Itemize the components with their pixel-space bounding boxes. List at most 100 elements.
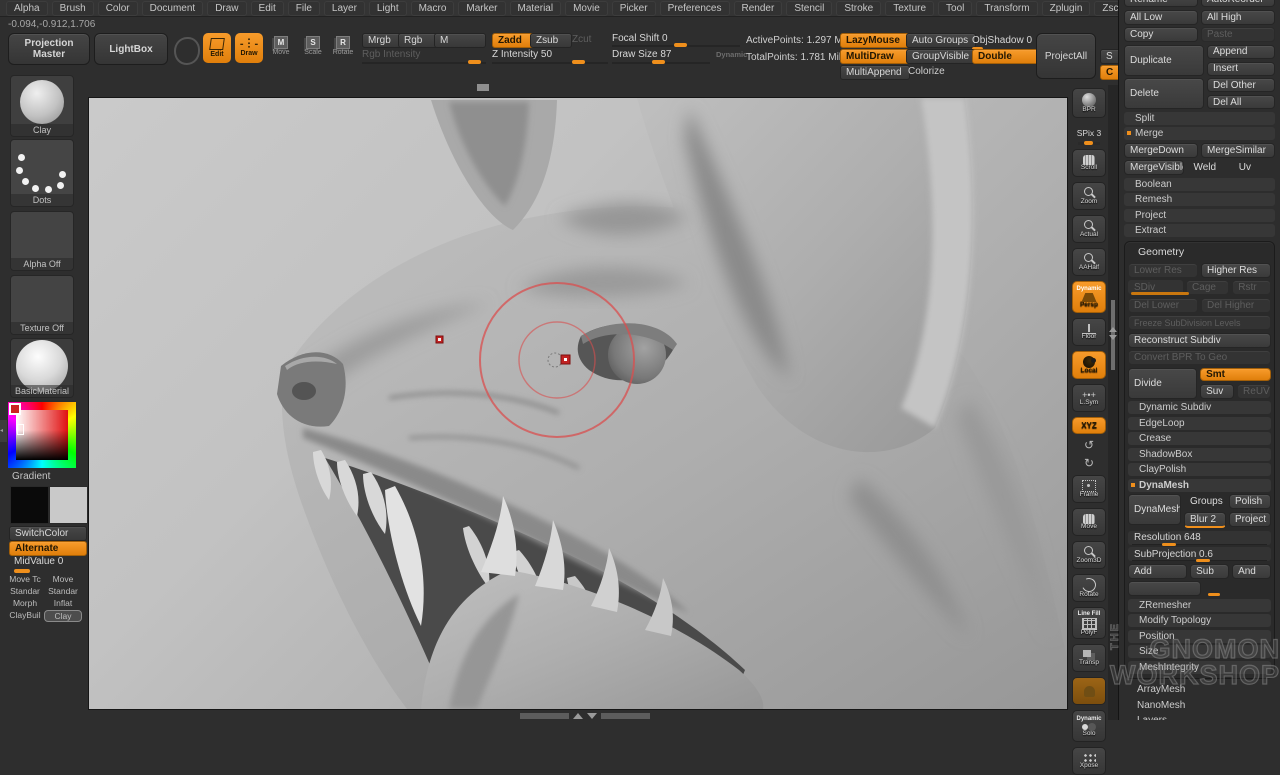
dynamesh-and-button[interactable]: And [1232, 564, 1271, 579]
scroll-button[interactable]: Scroll [1072, 149, 1106, 177]
bpr-button[interactable]: BPR [1072, 88, 1106, 118]
dynamesh-project-button[interactable]: Project [1229, 512, 1271, 527]
rgb-intensity-slider[interactable]: Rgb Intensity [362, 49, 486, 60]
menu-transform[interactable]: Transform [976, 1, 1037, 16]
sculpt-canvas[interactable] [88, 97, 1068, 710]
quick-brush-inflat[interactable]: Inflat [44, 598, 82, 608]
quick-brush-morph[interactable]: Morph [6, 598, 44, 608]
reconstruct-subdiv-button[interactable]: Reconstruct Subdiv [1128, 333, 1271, 348]
z-intensity-slider[interactable]: Z Intensity 50 [492, 49, 608, 60]
divider-up-arrow-icon[interactable] [1109, 327, 1117, 332]
move-view-button[interactable]: Move [1072, 508, 1106, 536]
zsub-button[interactable]: Zsub [530, 33, 572, 48]
dynamesh-sub-button[interactable]: Sub [1190, 564, 1229, 579]
menu-light[interactable]: Light [369, 1, 407, 16]
menu-picker[interactable]: Picker [612, 1, 656, 16]
section-zremesher[interactable]: ZRemesher [1128, 599, 1271, 612]
quick-brush-standard-1[interactable]: Standar [6, 586, 44, 596]
uv-button[interactable]: Uv [1233, 160, 1275, 175]
resolution-slider[interactable]: Resolution 648 [1128, 531, 1271, 545]
menu-macro[interactable]: Macro [411, 1, 455, 16]
current-brush-thumbnail[interactable]: Clay [10, 75, 74, 137]
section-merge[interactable]: Merge [1124, 127, 1275, 140]
projection-master-button[interactable]: Projection Master [8, 33, 90, 65]
scale-mode-button[interactable]: SScale [300, 36, 326, 60]
focal-shift-slider[interactable]: Focal Shift 0 [612, 33, 740, 44]
quick-brush-move[interactable]: Move [44, 574, 82, 584]
bottom-tray-handle[interactable] [520, 712, 650, 719]
dynamesh-add-button[interactable]: Add [1128, 564, 1187, 579]
insert-button[interactable]: Insert [1207, 62, 1275, 76]
objshadow-slider[interactable]: ObjShadow 0 [972, 35, 1032, 46]
section-claypolish[interactable]: ClayPolish [1128, 463, 1271, 476]
section-extract[interactable]: Extract [1124, 224, 1275, 237]
quick-brush-move-topo[interactable]: Move Tc [6, 574, 44, 584]
switch-color-button[interactable]: SwitchColor [9, 526, 87, 541]
paste-button[interactable]: Paste [1201, 27, 1275, 42]
delete-button[interactable]: Delete [1124, 78, 1204, 109]
rgb-button[interactable]: Rgb [398, 33, 438, 48]
spix-slider[interactable]: SPix 3 [1077, 123, 1102, 145]
menu-tool[interactable]: Tool [938, 1, 972, 16]
section-modify-topology[interactable]: Modify Topology [1128, 614, 1271, 627]
menu-zplugin[interactable]: Zplugin [1042, 1, 1091, 16]
multidraw-button[interactable]: MultiDraw [840, 49, 910, 64]
merge-visible-button[interactable]: MergeVisible [1124, 160, 1184, 175]
primary-color-swatch[interactable] [10, 486, 49, 524]
edit-mode-button[interactable]: Edit [203, 33, 231, 63]
menu-color[interactable]: Color [98, 1, 138, 16]
dynamesh-groups-button[interactable]: Groups [1184, 494, 1226, 509]
section-edgeloop[interactable]: EdgeLoop [1128, 417, 1271, 430]
quick-brush-standard-2[interactable]: Standar [44, 586, 82, 596]
geometry-title[interactable]: Geometry [1128, 244, 1271, 260]
project-all-button[interactable]: ProjectAll [1036, 33, 1096, 79]
right-tray-divider[interactable] [1108, 85, 1118, 720]
section-dynamic-subdiv[interactable]: Dynamic Subdiv [1128, 401, 1271, 414]
menu-edit[interactable]: Edit [251, 1, 284, 16]
dynamesh-polish-button[interactable]: Polish [1229, 494, 1271, 509]
multi-append-button[interactable]: MultiAppend [840, 65, 910, 80]
zoom3d-button[interactable]: Zoom3D [1072, 541, 1106, 569]
thickness-slider[interactable] [1204, 581, 1271, 595]
zoom-button[interactable]: Zoom [1072, 182, 1106, 210]
secondary-color-swatch[interactable] [49, 486, 88, 524]
quicksketch-icon[interactable] [174, 37, 200, 65]
menu-document[interactable]: Document [142, 1, 204, 16]
smt-button[interactable]: Smt [1200, 368, 1271, 381]
append-button[interactable]: Append [1207, 45, 1275, 59]
menu-preferences[interactable]: Preferences [660, 1, 730, 16]
del-lower-button[interactable]: Del Lower [1128, 298, 1198, 313]
left-tray-divider-arrow[interactable]: ◂ [0, 420, 7, 442]
autoreorder-button[interactable]: AutoReorder [1201, 0, 1275, 7]
xpose-button[interactable]: Xpose [1072, 747, 1106, 775]
section-shadowbox[interactable]: ShadowBox [1128, 448, 1271, 461]
lsym-button[interactable]: +•+L.Sym [1072, 384, 1106, 412]
section-boolean[interactable]: Boolean [1124, 178, 1275, 191]
ghost-button[interactable] [1072, 677, 1106, 705]
aahalf-button[interactable]: AAHalf [1072, 248, 1106, 276]
all-high-button[interactable]: All High [1201, 10, 1275, 25]
midvalue-slider[interactable]: MidValue 0 [14, 556, 63, 567]
subprojection-slider[interactable]: SubProjection 0.6 [1128, 547, 1271, 561]
cage-button[interactable]: Cage [1186, 280, 1229, 295]
menu-brush[interactable]: Brush [52, 1, 94, 16]
higher-res-button[interactable]: Higher Res [1201, 263, 1271, 278]
convert-bpr-button[interactable]: Convert BPR To Geo [1128, 350, 1271, 365]
merge-down-button[interactable]: MergeDown [1124, 143, 1198, 158]
menu-layer[interactable]: Layer [324, 1, 365, 16]
sdiv-slider[interactable]: SDiv [1128, 280, 1183, 294]
alternate-button[interactable]: Alternate [9, 541, 87, 556]
menu-alpha[interactable]: Alpha [6, 1, 48, 16]
m-button[interactable]: M [434, 33, 486, 48]
divider-down-arrow-icon[interactable] [1109, 335, 1117, 340]
section-project[interactable]: Project [1124, 209, 1275, 222]
suv-button[interactable]: Suv [1200, 384, 1234, 399]
quick-brush-claybuildup[interactable]: ClayBuil [6, 610, 44, 622]
top-tray-handle[interactable] [477, 84, 489, 91]
section-meshintegrity[interactable]: MeshIntegrity [1128, 661, 1271, 674]
section-layers[interactable]: Layers [1124, 714, 1275, 720]
frame-button[interactable]: Frame [1072, 475, 1106, 503]
gradient-label[interactable]: Gradient [12, 471, 50, 482]
section-arraymesh[interactable]: ArrayMesh [1124, 683, 1275, 696]
solo-button[interactable]: DynamicSolo [1072, 710, 1106, 742]
